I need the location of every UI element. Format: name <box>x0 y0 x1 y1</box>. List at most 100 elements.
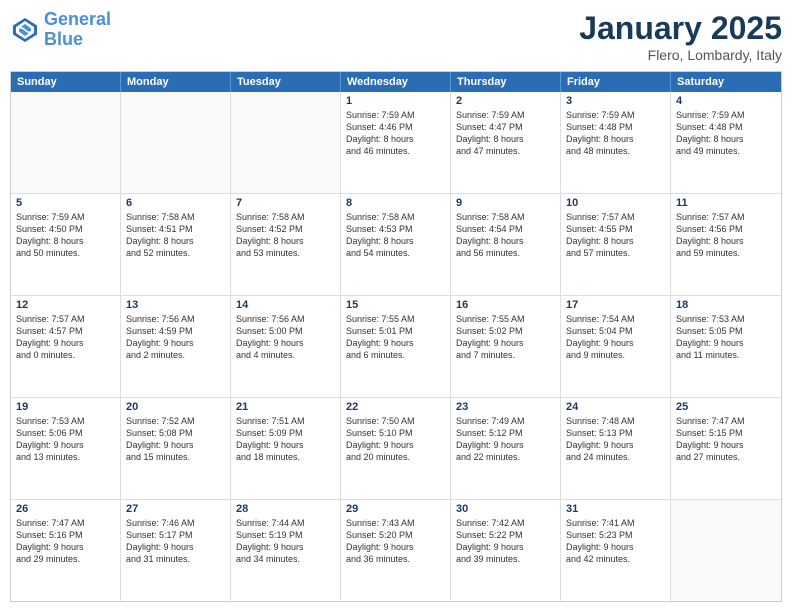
day-info: Sunrise: 7:57 AM Sunset: 4:56 PM Dayligh… <box>676 211 776 260</box>
day-number: 20 <box>126 401 225 413</box>
day-info: Sunrise: 7:57 AM Sunset: 4:55 PM Dayligh… <box>566 211 665 260</box>
day-number: 2 <box>456 95 555 107</box>
day-info: Sunrise: 7:59 AM Sunset: 4:50 PM Dayligh… <box>16 211 115 260</box>
day-info: Sunrise: 7:59 AM Sunset: 4:48 PM Dayligh… <box>676 109 776 158</box>
day-cell-14: 14 Sunrise: 7:56 AM Sunset: 5:00 PM Dayli… <box>231 296 341 397</box>
day-info: Sunrise: 7:56 AM Sunset: 4:59 PM Dayligh… <box>126 313 225 362</box>
weekday-header-sunday: Sunday <box>11 72 121 92</box>
weekday-header-tuesday: Tuesday <box>231 72 341 92</box>
day-cell-17: 17 Sunrise: 7:54 AM Sunset: 5:04 PM Dayli… <box>561 296 671 397</box>
day-cell-1: 1Sunrise: 7:59 AM Sunset: 4:46 PM Daylig… <box>341 92 451 193</box>
day-cell-15: 15Sunrise: 7:55 AM Sunset: 5:01 PM Dayli… <box>341 296 451 397</box>
day-info: Sunrise: 7:47 AM Sunset: 5:15 PM Dayligh… <box>676 415 776 464</box>
day-cell-10: 10 Sunrise: 7:57 AM Sunset: 4:55 PM Dayli… <box>561 194 671 295</box>
calendar-row-4: 26 Sunrise: 7:47 AM Sunset: 5:16 PM Dayli… <box>11 500 781 601</box>
location: Flero, Lombardy, Italy <box>579 47 782 63</box>
day-number: 28 <box>236 503 335 515</box>
day-number: 31 <box>566 503 665 515</box>
day-number: 11 <box>676 197 776 209</box>
day-number: 10 <box>566 197 665 209</box>
empty-cell-0-1 <box>121 92 231 193</box>
day-info: Sunrise: 7:51 AM Sunset: 5:09 PM Dayligh… <box>236 415 335 464</box>
day-number: 13 <box>126 299 225 311</box>
title-block: January 2025 Flero, Lombardy, Italy <box>579 10 782 63</box>
day-cell-26: 26 Sunrise: 7:47 AM Sunset: 5:16 PM Dayli… <box>11 500 121 601</box>
empty-cell-0-2 <box>231 92 341 193</box>
day-info: Sunrise: 7:55 AM Sunset: 5:01 PM Dayligh… <box>346 313 445 362</box>
day-number: 19 <box>16 401 115 413</box>
day-number: 29 <box>346 503 445 515</box>
day-number: 23 <box>456 401 555 413</box>
day-cell-24: 24 Sunrise: 7:48 AM Sunset: 5:13 PM Dayli… <box>561 398 671 499</box>
day-info: Sunrise: 7:53 AM Sunset: 5:06 PM Dayligh… <box>16 415 115 464</box>
day-info: Sunrise: 7:48 AM Sunset: 5:13 PM Dayligh… <box>566 415 665 464</box>
day-cell-30: 30 Sunrise: 7:42 AM Sunset: 5:22 PM Dayli… <box>451 500 561 601</box>
page: General Blue January 2025 Flero, Lombard… <box>0 0 792 612</box>
calendar-header: SundayMondayTuesdayWednesdayThursdayFrid… <box>11 72 781 92</box>
day-cell-22: 22 Sunrise: 7:50 AM Sunset: 5:10 PM Dayli… <box>341 398 451 499</box>
day-cell-16: 16 Sunrise: 7:55 AM Sunset: 5:02 PM Dayli… <box>451 296 561 397</box>
day-cell-25: 25 Sunrise: 7:47 AM Sunset: 5:15 PM Dayli… <box>671 398 781 499</box>
day-info: Sunrise: 7:58 AM Sunset: 4:51 PM Dayligh… <box>126 211 225 260</box>
calendar-row-2: 12 Sunrise: 7:57 AM Sunset: 4:57 PM Dayli… <box>11 296 781 398</box>
day-info: Sunrise: 7:58 AM Sunset: 4:53 PM Dayligh… <box>346 211 445 260</box>
day-cell-5: 5 Sunrise: 7:59 AM Sunset: 4:50 PM Daylig… <box>11 194 121 295</box>
weekday-header-wednesday: Wednesday <box>341 72 451 92</box>
day-number: 14 <box>236 299 335 311</box>
day-info: Sunrise: 7:59 AM Sunset: 4:48 PM Dayligh… <box>566 109 665 158</box>
day-cell-20: 20 Sunrise: 7:52 AM Sunset: 5:08 PM Dayli… <box>121 398 231 499</box>
day-number: 27 <box>126 503 225 515</box>
calendar: SundayMondayTuesdayWednesdayThursdayFrid… <box>10 71 782 602</box>
logo: General Blue <box>10 10 111 50</box>
month-title: January 2025 <box>579 10 782 47</box>
day-info: Sunrise: 7:58 AM Sunset: 4:52 PM Dayligh… <box>236 211 335 260</box>
day-number: 17 <box>566 299 665 311</box>
day-info: Sunrise: 7:42 AM Sunset: 5:22 PM Dayligh… <box>456 517 555 566</box>
day-cell-21: 21Sunrise: 7:51 AM Sunset: 5:09 PM Dayli… <box>231 398 341 499</box>
day-cell-27: 27 Sunrise: 7:46 AM Sunset: 5:17 PM Dayli… <box>121 500 231 601</box>
day-cell-19: 19 Sunrise: 7:53 AM Sunset: 5:06 PM Dayli… <box>11 398 121 499</box>
day-number: 8 <box>346 197 445 209</box>
empty-cell-4-6 <box>671 500 781 601</box>
day-info: Sunrise: 7:56 AM Sunset: 5:00 PM Dayligh… <box>236 313 335 362</box>
day-cell-9: 9Sunrise: 7:58 AM Sunset: 4:54 PM Daylig… <box>451 194 561 295</box>
day-number: 24 <box>566 401 665 413</box>
day-cell-29: 29Sunrise: 7:43 AM Sunset: 5:20 PM Dayli… <box>341 500 451 601</box>
weekday-header-monday: Monday <box>121 72 231 92</box>
day-number: 6 <box>126 197 225 209</box>
logo-text: General Blue <box>44 10 111 50</box>
day-number: 7 <box>236 197 335 209</box>
day-number: 22 <box>346 401 445 413</box>
header: General Blue January 2025 Flero, Lombard… <box>10 10 782 63</box>
day-cell-8: 8 Sunrise: 7:58 AM Sunset: 4:53 PM Daylig… <box>341 194 451 295</box>
day-info: Sunrise: 7:54 AM Sunset: 5:04 PM Dayligh… <box>566 313 665 362</box>
day-cell-13: 13 Sunrise: 7:56 AM Sunset: 4:59 PM Dayli… <box>121 296 231 397</box>
day-cell-23: 23 Sunrise: 7:49 AM Sunset: 5:12 PM Dayli… <box>451 398 561 499</box>
day-info: Sunrise: 7:53 AM Sunset: 5:05 PM Dayligh… <box>676 313 776 362</box>
calendar-body: 1Sunrise: 7:59 AM Sunset: 4:46 PM Daylig… <box>11 92 781 601</box>
day-cell-12: 12 Sunrise: 7:57 AM Sunset: 4:57 PM Dayli… <box>11 296 121 397</box>
day-number: 5 <box>16 197 115 209</box>
day-info: Sunrise: 7:46 AM Sunset: 5:17 PM Dayligh… <box>126 517 225 566</box>
day-number: 25 <box>676 401 776 413</box>
day-number: 30 <box>456 503 555 515</box>
day-info: Sunrise: 7:47 AM Sunset: 5:16 PM Dayligh… <box>16 517 115 566</box>
day-info: Sunrise: 7:49 AM Sunset: 5:12 PM Dayligh… <box>456 415 555 464</box>
day-info: Sunrise: 7:52 AM Sunset: 5:08 PM Dayligh… <box>126 415 225 464</box>
day-number: 3 <box>566 95 665 107</box>
day-number: 12 <box>16 299 115 311</box>
day-number: 16 <box>456 299 555 311</box>
day-cell-31: 31Sunrise: 7:41 AM Sunset: 5:23 PM Dayli… <box>561 500 671 601</box>
day-cell-3: 3 Sunrise: 7:59 AM Sunset: 4:48 PM Daylig… <box>561 92 671 193</box>
day-info: Sunrise: 7:55 AM Sunset: 5:02 PM Dayligh… <box>456 313 555 362</box>
day-number: 26 <box>16 503 115 515</box>
day-info: Sunrise: 7:57 AM Sunset: 4:57 PM Dayligh… <box>16 313 115 362</box>
day-info: Sunrise: 7:50 AM Sunset: 5:10 PM Dayligh… <box>346 415 445 464</box>
day-info: Sunrise: 7:59 AM Sunset: 4:47 PM Dayligh… <box>456 109 555 158</box>
day-info: Sunrise: 7:58 AM Sunset: 4:54 PM Dayligh… <box>456 211 555 260</box>
calendar-row-0: 1Sunrise: 7:59 AM Sunset: 4:46 PM Daylig… <box>11 92 781 194</box>
empty-cell-0-0 <box>11 92 121 193</box>
day-cell-18: 18Sunrise: 7:53 AM Sunset: 5:05 PM Dayli… <box>671 296 781 397</box>
weekday-header-saturday: Saturday <box>671 72 781 92</box>
weekday-header-thursday: Thursday <box>451 72 561 92</box>
